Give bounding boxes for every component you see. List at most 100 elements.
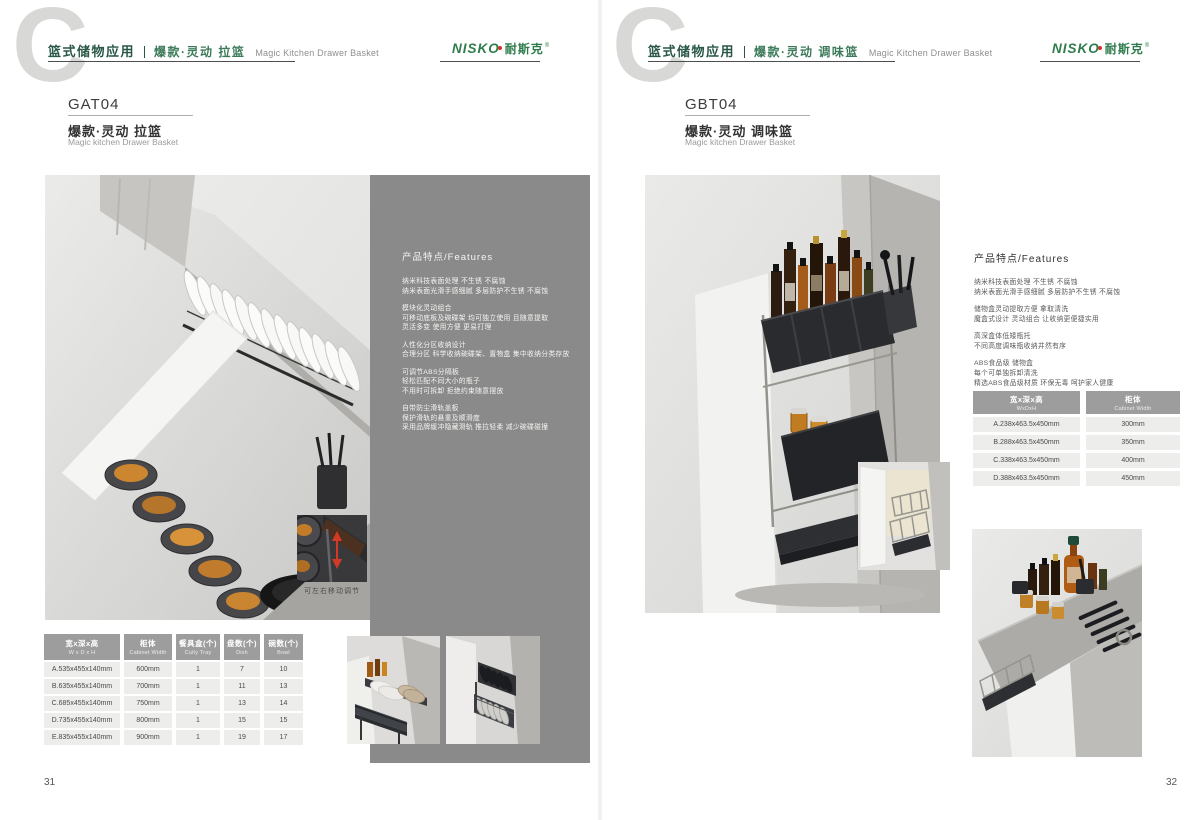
table-cell: D.735x455x140mm: [44, 713, 120, 728]
table-cell: C.338x463.5x450mm: [973, 453, 1080, 468]
feature-line: 模块化灵动组合: [402, 304, 587, 314]
countertop-scene: [972, 529, 1142, 757]
feature-line: 魔盒式设计 灵动组合 让收纳更便捷实用: [974, 315, 1179, 325]
header-en: Dish: [236, 650, 248, 656]
table-cell: 400mm: [1086, 453, 1180, 468]
feature-line: 纳米科技表面处理 不生锈 不腐蚀: [974, 278, 1179, 288]
feature-line: 保护滑轨的悬重及顺滑度: [402, 414, 587, 424]
spec-table: 宽x深x高WxDxH 柜体Cabinet Width A.238x463.5x4…: [973, 391, 1180, 489]
header-category: 篮式储物应用: [648, 41, 735, 60]
table-cell: 800mm: [124, 713, 172, 728]
header-cn: 宽x深x高: [65, 638, 98, 649]
table-header-cell: 宽x深x高WxDxH: [973, 391, 1080, 414]
product-code: GBT04: [685, 96, 738, 113]
brand-logo-cn: 耐斯克: [505, 40, 544, 57]
feature-group: 纳米科技表面处理 不生锈 不腐蚀 纳米表面光滑手感细腻 多层防护不生锈 不腐蚀: [974, 278, 1179, 298]
feature-line: 人性化分区收纳设计: [402, 341, 587, 351]
feature-line: 可移动底板及碗碟架 均可独立使用 且随意提取: [402, 314, 587, 324]
features-title: 产品特点/Features: [974, 250, 1179, 265]
header-rule: [48, 61, 295, 62]
table-cell: C.685x455x140mm: [44, 696, 120, 711]
feature-group: 模块化灵动组合 可移动底板及碗碟架 均可独立使用 且随意提取 灵活多变 使用方便…: [402, 304, 587, 333]
feature-group: 纳米科技表面处理 不生锈 不腐蚀 纳米表面光滑手感细腻 多层防护不生锈 不腐蚀: [402, 277, 587, 296]
trademark-symbol: ®: [545, 43, 549, 49]
header-category: 篮式储物应用: [48, 41, 135, 60]
feature-line: 纳米表面光滑手感细腻 多层防护不生锈 不腐蚀: [402, 287, 587, 297]
feature-line: ABS食品级 储物盒: [974, 359, 1179, 369]
table-cell: 1: [176, 730, 220, 745]
spec-table: 宽x深x高W x D x H 柜体Cabinet Width 餐具盒(个)Cut…: [44, 634, 303, 747]
table-header-cell: 碗数(个)Bowl: [264, 634, 303, 660]
table-cell: 750mm: [124, 696, 172, 711]
table-header-cell: 宽x深x高W x D x H: [44, 634, 120, 660]
table-header-cell: 柜体Cabinet Width: [1086, 391, 1180, 414]
table-row: C.338x463.5x450mm 400mm: [973, 453, 1180, 468]
detail-inset-photo: [297, 515, 367, 582]
feature-line: 不同高度调味瓶收纳井然有序: [974, 342, 1179, 352]
feature-group: 自带防尘滑轨盖板 保护滑轨的悬重及顺滑度 采用品牌缓冲隐藏滑轨 推拉轻柔 减少碗…: [402, 404, 587, 433]
wire-basket-scene: [858, 462, 950, 570]
logo-rule: [440, 61, 540, 62]
header-divider: [744, 46, 745, 58]
table-cell: 300mm: [1086, 417, 1180, 432]
header-en: W x D x H: [69, 650, 96, 656]
feature-line: 纳米科技表面处理 不生锈 不腐蚀: [402, 277, 587, 287]
table-cell: D.388x463.5x450mm: [973, 471, 1080, 486]
features-title: 产品特点/Features: [402, 249, 587, 263]
header-cn: 柜体: [140, 638, 156, 649]
brand-logo: NISKO 耐斯克 ®: [1052, 40, 1149, 57]
header-subtitle-en: Magic Kitchen Drawer Basket: [869, 48, 992, 58]
table-cell: 700mm: [124, 679, 172, 694]
header-subtitle-en: Magic Kitchen Drawer Basket: [255, 48, 378, 58]
feature-line: 合理分区 科学收纳碗碟架、置物盒 集中收纳分类存放: [402, 350, 587, 360]
feature-line: 采用品牌缓冲隐藏滑轨 推拉轻柔 减少碗碟碰撞: [402, 423, 587, 433]
feature-group: 高深盒体低矮瓶托 不同高度调味瓶收纳井然有序: [974, 332, 1179, 352]
features-block: 产品特点/Features 纳米科技表面处理 不生锈 不腐蚀 纳米表面光滑手感细…: [974, 250, 1179, 396]
header-en: Cabinet Width: [129, 650, 166, 656]
table-cell: 1: [176, 679, 220, 694]
logo-red-dot: [498, 46, 502, 50]
header-cn: 柜体: [1125, 394, 1141, 405]
header-cn: 宽x深x高: [1010, 394, 1043, 405]
brand-logo-text: NISKO: [1052, 41, 1100, 56]
trademark-symbol: ®: [1145, 43, 1149, 49]
table-cell: 7: [224, 662, 260, 677]
table-cell: 600mm: [124, 662, 172, 677]
table-cell: 15: [264, 713, 303, 728]
header-cn: 盘数(个): [227, 638, 257, 649]
page-gutter: [597, 0, 603, 820]
table-header-cell: 柜体Cabinet Width: [124, 634, 172, 660]
logo-red-dot: [1098, 46, 1102, 50]
table-cell: 350mm: [1086, 435, 1180, 450]
feature-line: 储物盒灵动提取方便 拿取清洗: [974, 305, 1179, 315]
table-cell: 14: [264, 696, 303, 711]
table-cell: 13: [264, 679, 303, 694]
product-name-en: Magic kitchen Drawer Basket: [685, 137, 795, 147]
feature-line: 轻松匹配不同大小的瓶子: [402, 377, 587, 387]
small-product-photo-2: [446, 636, 540, 744]
header-en: Cutly Tray: [185, 650, 212, 656]
page-header: 篮式储物应用 爆款·灵动 调味篮 Magic Kitchen Drawer Ba…: [648, 41, 992, 60]
table-header-row: 宽x深x高WxDxH 柜体Cabinet Width: [973, 391, 1180, 414]
header-divider: [144, 46, 145, 58]
table-row: E.835x455x140mm 900mm 1 19 17: [44, 730, 303, 745]
feature-line: 每个可单独拆卸清洗: [974, 369, 1179, 379]
table-cell: A.535x455x140mm: [44, 662, 120, 677]
feature-line: 精选ABS食品级材质 环保无毒 呵护家人健康: [974, 379, 1179, 389]
table-cell: 1: [176, 696, 220, 711]
table-row: B.635x455x140mm 700mm 1 11 13: [44, 679, 303, 694]
product-name-en: Magic kitchen Drawer Basket: [68, 137, 178, 147]
feature-line: 灵活多变 使用方便 更易打理: [402, 323, 587, 333]
table-cell: 1: [176, 713, 220, 728]
page-header: 篮式储物应用 爆款·灵动 拉篮 Magic Kitchen Drawer Bas…: [48, 41, 379, 60]
table-cell: 13: [224, 696, 260, 711]
page-number: 31: [44, 777, 55, 788]
header-cn: 碗数(个): [269, 638, 299, 649]
table-row: C.685x455x140mm 750mm 1 13 14: [44, 696, 303, 711]
table-cell: 19: [224, 730, 260, 745]
table-cell: A.238x463.5x450mm: [973, 417, 1080, 432]
feature-group: 可调节ABS分隔板 轻松匹配不同大小的瓶子 不用时可拆卸 拒绝约束随意摆放: [402, 368, 587, 397]
table-cell: 15: [224, 713, 260, 728]
header-cn: 餐具盒(个): [179, 638, 217, 649]
product-code-rule: [68, 115, 193, 116]
